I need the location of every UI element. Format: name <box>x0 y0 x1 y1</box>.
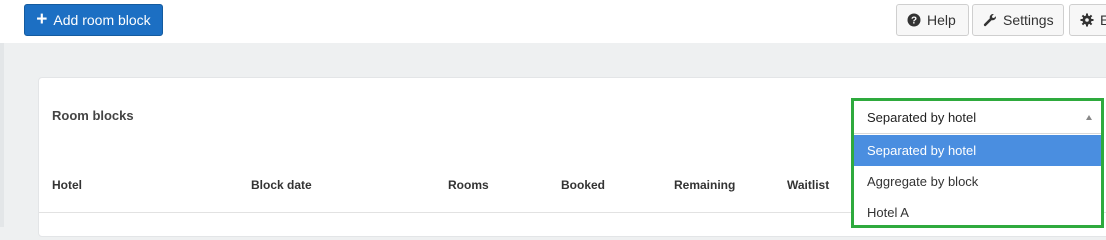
column-header-waitlist[interactable]: Waitlist <box>787 178 829 192</box>
settings-button[interactable]: Settings <box>972 4 1064 36</box>
column-header-hotel[interactable]: Hotel <box>52 178 82 192</box>
grouping-select[interactable]: Separated by hotel <box>854 101 1101 134</box>
option-hotel-a[interactable]: Hotel A <box>854 197 1101 228</box>
card-title: Room blocks <box>52 108 134 123</box>
grouping-dropdown: Separated by hotel Separated by hotel Ag… <box>851 98 1104 228</box>
question-circle-icon: ? <box>907 13 921 27</box>
svg-text:?: ? <box>911 16 917 27</box>
help-label: Help <box>927 12 956 28</box>
column-header-block-date[interactable]: Block date <box>251 178 312 192</box>
column-header-rooms[interactable]: Rooms <box>448 178 489 192</box>
gear-icon <box>1080 13 1094 27</box>
option-separated-by-hotel[interactable]: Separated by hotel <box>854 135 1101 166</box>
help-button[interactable]: ? Help <box>896 4 969 36</box>
column-header-remaining[interactable]: Remaining <box>674 178 735 192</box>
grouping-select-value: Separated by hotel <box>867 109 977 125</box>
left-edge-strip <box>0 43 4 227</box>
more-button[interactable]: E <box>1069 4 1106 36</box>
caret-up-icon <box>1086 115 1092 120</box>
wrench-icon <box>983 14 996 27</box>
add-room-block-label: Add room block <box>53 12 151 28</box>
settings-label: Settings <box>1003 12 1054 28</box>
top-toolbar: + Add room block ? Help Settings E <box>0 0 1106 43</box>
column-header-booked[interactable]: Booked <box>561 178 605 192</box>
more-label: E <box>1100 12 1106 28</box>
option-aggregate-by-block[interactable]: Aggregate by block <box>854 166 1101 197</box>
plus-icon: + <box>36 8 48 30</box>
add-room-block-button[interactable]: + Add room block <box>24 4 163 36</box>
